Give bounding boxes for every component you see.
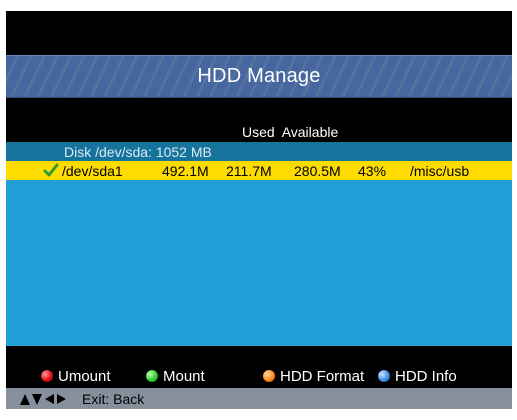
navigation-arrows-icon: [20, 394, 66, 405]
partition-list-panel: Disk /dev/sda: 1052 MB /dev/sda1 492.1M …: [6, 142, 512, 346]
mount-button[interactable]: Mount: [146, 368, 205, 385]
disk-info-row: Disk /dev/sda: 1052 MB: [6, 142, 512, 161]
orange-dot-icon: [263, 370, 275, 382]
column-header-available: Available: [281, 124, 339, 140]
column-headers: Used Available: [242, 124, 345, 140]
partition-used: 211.7M: [226, 163, 272, 179]
page-title: HDD Manage: [197, 65, 321, 87]
partition-percent: 43%: [358, 163, 387, 179]
exit-back-hint: Exit: Back: [82, 391, 145, 407]
disk-label: Disk /dev/sda: 1052 MB: [64, 144, 212, 160]
partition-available: 280.5M: [294, 163, 341, 179]
hdd-info-button[interactable]: HDD Info: [378, 368, 457, 385]
mount-label: Mount: [163, 368, 205, 385]
blue-dot-icon: [378, 370, 390, 382]
tv-screen: HDD Manage Used Available Disk /dev/sda: …: [6, 11, 512, 409]
title-bar: HDD Manage: [6, 55, 512, 98]
umount-button[interactable]: Umount: [41, 368, 111, 385]
hdd-format-button[interactable]: HDD Format: [263, 368, 364, 385]
check-icon: [43, 163, 59, 177]
partition-mount-point: /misc/usb: [410, 163, 470, 179]
color-key-bar: Umount Mount HDD Format HDD Info: [6, 366, 512, 386]
partition-device: /dev/sda1: [62, 163, 123, 179]
column-header-used: Used: [242, 124, 275, 140]
partition-size: 492.1M: [162, 163, 209, 179]
hdd-info-label: HDD Info: [395, 368, 457, 385]
navigation-hint-bar: Exit: Back: [6, 388, 512, 409]
red-dot-icon: [41, 370, 53, 382]
green-dot-icon: [146, 370, 158, 382]
partition-row[interactable]: /dev/sda1 492.1M 211.7M 280.5M 43% /misc…: [6, 161, 512, 180]
hdd-format-label: HDD Format: [280, 368, 365, 385]
umount-label: Umount: [58, 368, 111, 385]
